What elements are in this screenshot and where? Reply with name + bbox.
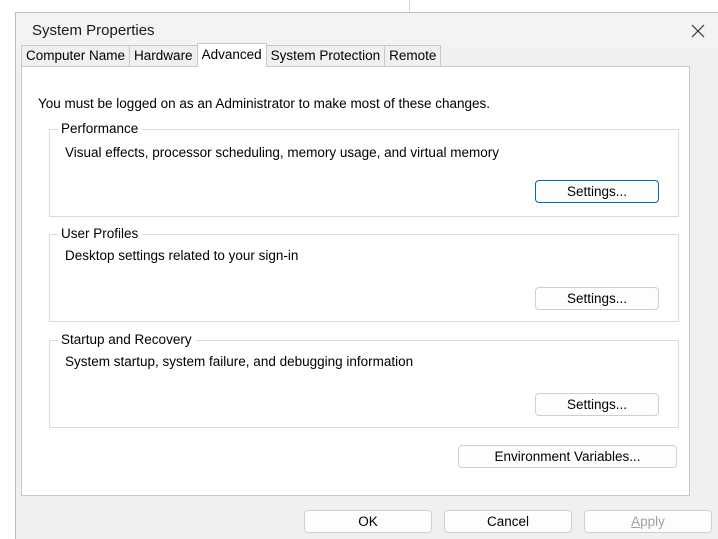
tab-remote[interactable]: Remote <box>384 45 442 66</box>
startup-recovery-description: System startup, system failure, and debu… <box>65 354 414 369</box>
performance-settings-button[interactable]: Settings... <box>535 180 659 203</box>
startup-recovery-settings-button[interactable]: Settings... <box>535 393 659 416</box>
tab-strip: Computer Name Hardware Advanced System P… <box>21 43 442 67</box>
performance-group-title: Performance <box>58 121 143 137</box>
apply-accelerator: A <box>631 514 641 529</box>
user-profiles-settings-button[interactable]: Settings... <box>535 287 659 310</box>
performance-description: Visual effects, processor scheduling, me… <box>65 145 499 160</box>
tab-system-protection[interactable]: System Protection <box>265 45 386 66</box>
tab-advanced[interactable]: Advanced <box>196 43 267 67</box>
close-icon <box>691 24 705 38</box>
user-profiles-description: Desktop settings related to your sign-in <box>65 248 299 263</box>
tab-hardware[interactable]: Hardware <box>129 45 198 66</box>
cancel-button[interactable]: Cancel <box>444 510 572 533</box>
startup-recovery-group-title: Startup and Recovery <box>58 332 196 348</box>
apply-label-rest: pply <box>640 514 665 529</box>
performance-group: Performance Visual effects, processor sc… <box>49 121 679 217</box>
close-button[interactable] <box>678 13 718 49</box>
user-profiles-group-title: User Profiles <box>58 226 143 242</box>
tab-computer-name[interactable]: Computer Name <box>21 45 131 66</box>
ok-button[interactable]: OK <box>304 510 432 533</box>
admin-notice: You must be logged on as an Administrato… <box>38 96 491 111</box>
window-title: System Properties <box>32 22 155 39</box>
environment-variables-button[interactable]: Environment Variables... <box>458 445 677 468</box>
apply-button[interactable]: Apply <box>584 510 712 533</box>
